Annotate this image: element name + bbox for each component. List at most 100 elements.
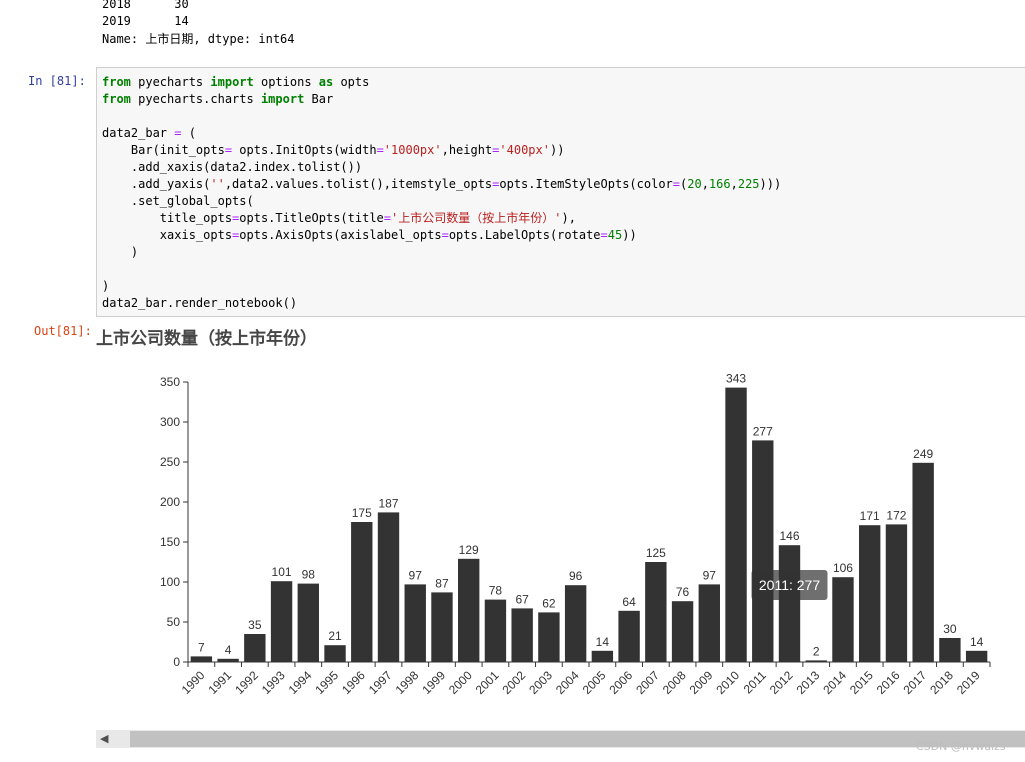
y-tick-label: 150 bbox=[160, 535, 180, 549]
bar-value-label: 277 bbox=[753, 424, 773, 438]
bar bbox=[484, 599, 507, 662]
x-tick-label: 2008 bbox=[660, 668, 689, 697]
x-tick-label: 2001 bbox=[473, 668, 502, 697]
bar-value-label: 96 bbox=[569, 569, 583, 583]
x-tick-label: 2011 bbox=[741, 668, 769, 696]
bar bbox=[190, 656, 213, 662]
bar-value-label: 4 bbox=[225, 643, 232, 657]
x-tick-label: 2005 bbox=[580, 668, 609, 697]
bar bbox=[752, 440, 774, 662]
x-tick-label: 2016 bbox=[874, 668, 903, 697]
x-tick-label: 1992 bbox=[232, 668, 261, 697]
bar-value-label: 125 bbox=[646, 546, 666, 560]
bar bbox=[645, 562, 667, 662]
bar-value-label: 172 bbox=[886, 508, 906, 522]
x-tick-label: 2012 bbox=[767, 668, 796, 697]
bar-value-label: 97 bbox=[703, 568, 717, 582]
bar bbox=[778, 545, 801, 662]
bar-value-label: 146 bbox=[779, 529, 799, 543]
bar-value-label: 35 bbox=[248, 618, 262, 632]
bar-value-label: 14 bbox=[596, 635, 610, 649]
x-tick-label: 1999 bbox=[419, 668, 448, 697]
x-tick-label: 2006 bbox=[606, 668, 635, 697]
bar bbox=[511, 608, 533, 662]
bar-value-label: 343 bbox=[726, 372, 746, 386]
bar bbox=[270, 581, 293, 662]
x-tick-label: 2007 bbox=[633, 668, 662, 697]
x-tick-label: 2013 bbox=[794, 668, 823, 697]
x-tick-label: 2002 bbox=[500, 668, 529, 697]
x-tick-label: 1998 bbox=[393, 668, 422, 697]
x-tick-label: 2004 bbox=[553, 668, 582, 697]
bar-value-label: 76 bbox=[676, 585, 690, 599]
bar bbox=[324, 645, 346, 662]
bar bbox=[725, 387, 747, 662]
x-tick-label: 1994 bbox=[286, 668, 315, 697]
bar-value-label: 2 bbox=[813, 644, 820, 658]
y-tick-label: 250 bbox=[160, 455, 180, 469]
bar bbox=[912, 462, 934, 662]
bar bbox=[564, 585, 587, 662]
bar-value-label: 62 bbox=[542, 596, 556, 610]
bar-value-label: 129 bbox=[459, 543, 479, 557]
bar-value-label: 97 bbox=[409, 568, 423, 582]
bar bbox=[832, 577, 854, 662]
scroll-left-arrow-icon[interactable]: ◀ bbox=[100, 733, 112, 745]
x-tick-label: 2019 bbox=[954, 668, 983, 697]
bar-value-label: 249 bbox=[913, 447, 933, 461]
y-tick-label: 350 bbox=[160, 375, 180, 389]
x-tick-label: 2009 bbox=[687, 668, 716, 697]
bar bbox=[939, 638, 961, 662]
x-tick-label: 2014 bbox=[820, 668, 849, 697]
bar bbox=[297, 583, 319, 662]
bar-value-label: 171 bbox=[860, 509, 880, 523]
bar-value-label: 64 bbox=[622, 595, 636, 609]
bar bbox=[377, 512, 400, 662]
y-tick-label: 200 bbox=[160, 495, 180, 509]
y-tick-label: 50 bbox=[167, 615, 181, 629]
x-tick-label: 1990 bbox=[179, 668, 208, 697]
bar bbox=[351, 522, 373, 662]
x-tick-label: 1995 bbox=[312, 668, 341, 697]
bar-value-label: 30 bbox=[943, 622, 957, 636]
bar-value-label: 67 bbox=[515, 592, 529, 606]
bar bbox=[885, 524, 908, 662]
x-tick-label: 2018 bbox=[927, 668, 956, 697]
bar bbox=[217, 658, 239, 662]
scrollbar-thumb[interactable] bbox=[130, 731, 1025, 747]
bar-value-label: 106 bbox=[833, 561, 853, 575]
tooltip-text: 2011: 277 bbox=[759, 577, 820, 593]
bar bbox=[805, 660, 827, 662]
x-tick-label: 1997 bbox=[366, 668, 395, 697]
bar-value-label: 175 bbox=[352, 506, 372, 520]
x-tick-label: 2010 bbox=[713, 668, 742, 697]
bar bbox=[244, 634, 266, 662]
bar-value-label: 14 bbox=[970, 635, 984, 649]
bar-chart: 0 50 100 150 200 250 300 350 7 1990 4 1991 35 1992 101… bbox=[160, 372, 991, 697]
bar bbox=[538, 612, 560, 662]
y-tick-label: 100 bbox=[160, 575, 180, 589]
bar-value-label: 101 bbox=[272, 565, 292, 579]
watermark: CSDN @hvwalzs bbox=[916, 740, 1006, 753]
bar-value-label: 7 bbox=[198, 640, 205, 654]
y-tick-label: 0 bbox=[173, 655, 180, 669]
bar bbox=[431, 592, 453, 662]
y-tick-label: 300 bbox=[160, 415, 180, 429]
bar-value-label: 78 bbox=[489, 584, 503, 598]
bar bbox=[618, 610, 640, 662]
bar bbox=[671, 601, 694, 662]
bar-value-label: 21 bbox=[328, 629, 342, 643]
bar-value-label: 98 bbox=[302, 568, 316, 582]
x-tick-label: 2015 bbox=[847, 668, 876, 697]
bar bbox=[458, 558, 480, 662]
bar bbox=[859, 525, 881, 662]
x-tick-label: 2000 bbox=[446, 668, 475, 697]
bar bbox=[404, 584, 426, 662]
bar bbox=[591, 650, 614, 662]
x-tick-label: 1991 bbox=[205, 668, 234, 697]
bar bbox=[698, 584, 720, 662]
bar-value-label: 87 bbox=[435, 576, 449, 590]
x-tick-label: 1996 bbox=[339, 668, 368, 697]
bar bbox=[965, 650, 988, 662]
x-tick-label: 2003 bbox=[526, 668, 555, 697]
